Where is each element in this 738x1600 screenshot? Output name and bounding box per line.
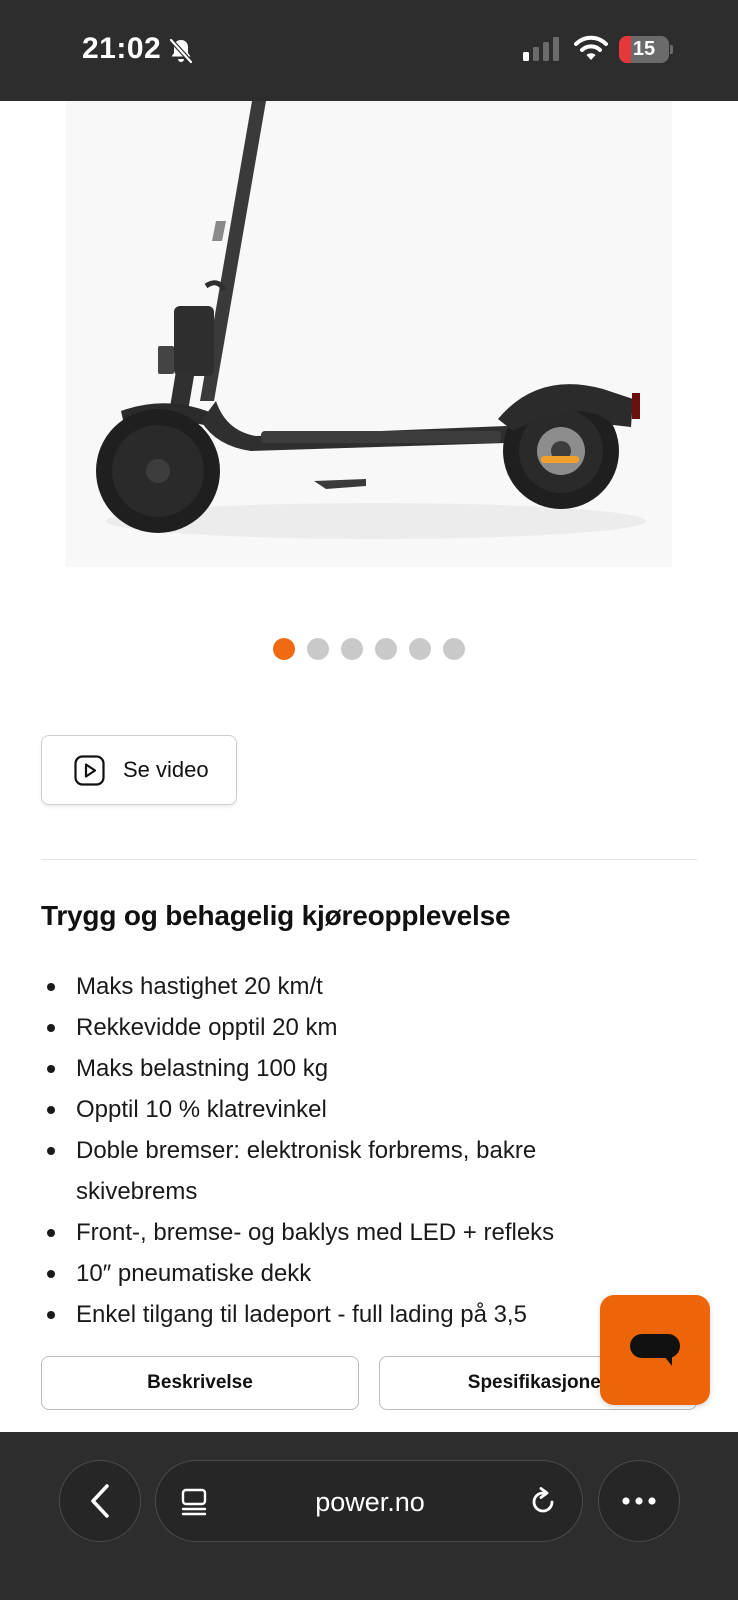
play-icon <box>74 754 105 786</box>
feature-item: Maks belastning 100 kg <box>41 1048 681 1089</box>
feature-item: Enkel tilgang til ladeport - full lading… <box>41 1294 681 1335</box>
url-text: power.no <box>315 1487 425 1517</box>
battery-percentage: 15 <box>632 38 656 60</box>
feature-item: Maks hastighet 20 km/t <box>41 966 681 1007</box>
feature-item: Front-, bremse- og baklys med LED + refl… <box>41 1212 681 1253</box>
carousel-dot[interactable] <box>273 638 295 660</box>
carousel-dot[interactable] <box>443 638 465 660</box>
electric-scooter-image <box>66 101 672 567</box>
wifi-icon <box>574 35 608 60</box>
feature-item: 10″ pneumatiske dekk <box>41 1253 681 1294</box>
battery-icon: 15 <box>619 36 673 63</box>
more-options-button[interactable] <box>598 1460 680 1542</box>
feature-list: Maks hastighet 20 km/t Rekkevidde opptil… <box>41 966 681 1335</box>
feature-item: Doble bremser: elektronisk forbrems, bak… <box>41 1130 661 1212</box>
more-icon <box>622 1497 656 1505</box>
watch-video-label: Se video <box>123 757 209 782</box>
feature-item: Opptil 10 % klatrevinkel <box>41 1089 681 1130</box>
reload-icon[interactable] <box>528 1487 558 1517</box>
watch-video-button[interactable]: Se video <box>41 735 237 805</box>
carousel-dot[interactable] <box>375 638 397 660</box>
status-time: 21:02 <box>82 32 162 65</box>
back-button[interactable] <box>59 1460 141 1542</box>
carousel-dot[interactable] <box>307 638 329 660</box>
chevron-left-icon <box>91 1484 109 1518</box>
chat-button[interactable] <box>600 1295 710 1405</box>
feature-item: Rekkevidde opptil 20 km <box>41 1007 681 1048</box>
address-bar[interactable]: power.no <box>155 1460 583 1542</box>
carousel-dot[interactable] <box>341 638 363 660</box>
section-heading: Trygg og behagelig kjøreopplevelse <box>41 900 511 931</box>
chat-bubble-icon <box>630 1334 680 1366</box>
carousel-dot[interactable] <box>409 638 431 660</box>
image-carousel-dots <box>0 638 738 660</box>
tab-description[interactable]: Beskrivelse <box>41 1356 359 1410</box>
status-bar: 21:02 15 <box>0 0 738 101</box>
cellular-signal-icon <box>523 37 559 61</box>
divider <box>41 859 697 860</box>
bell-slash-icon <box>168 37 194 65</box>
product-image[interactable] <box>66 101 672 567</box>
